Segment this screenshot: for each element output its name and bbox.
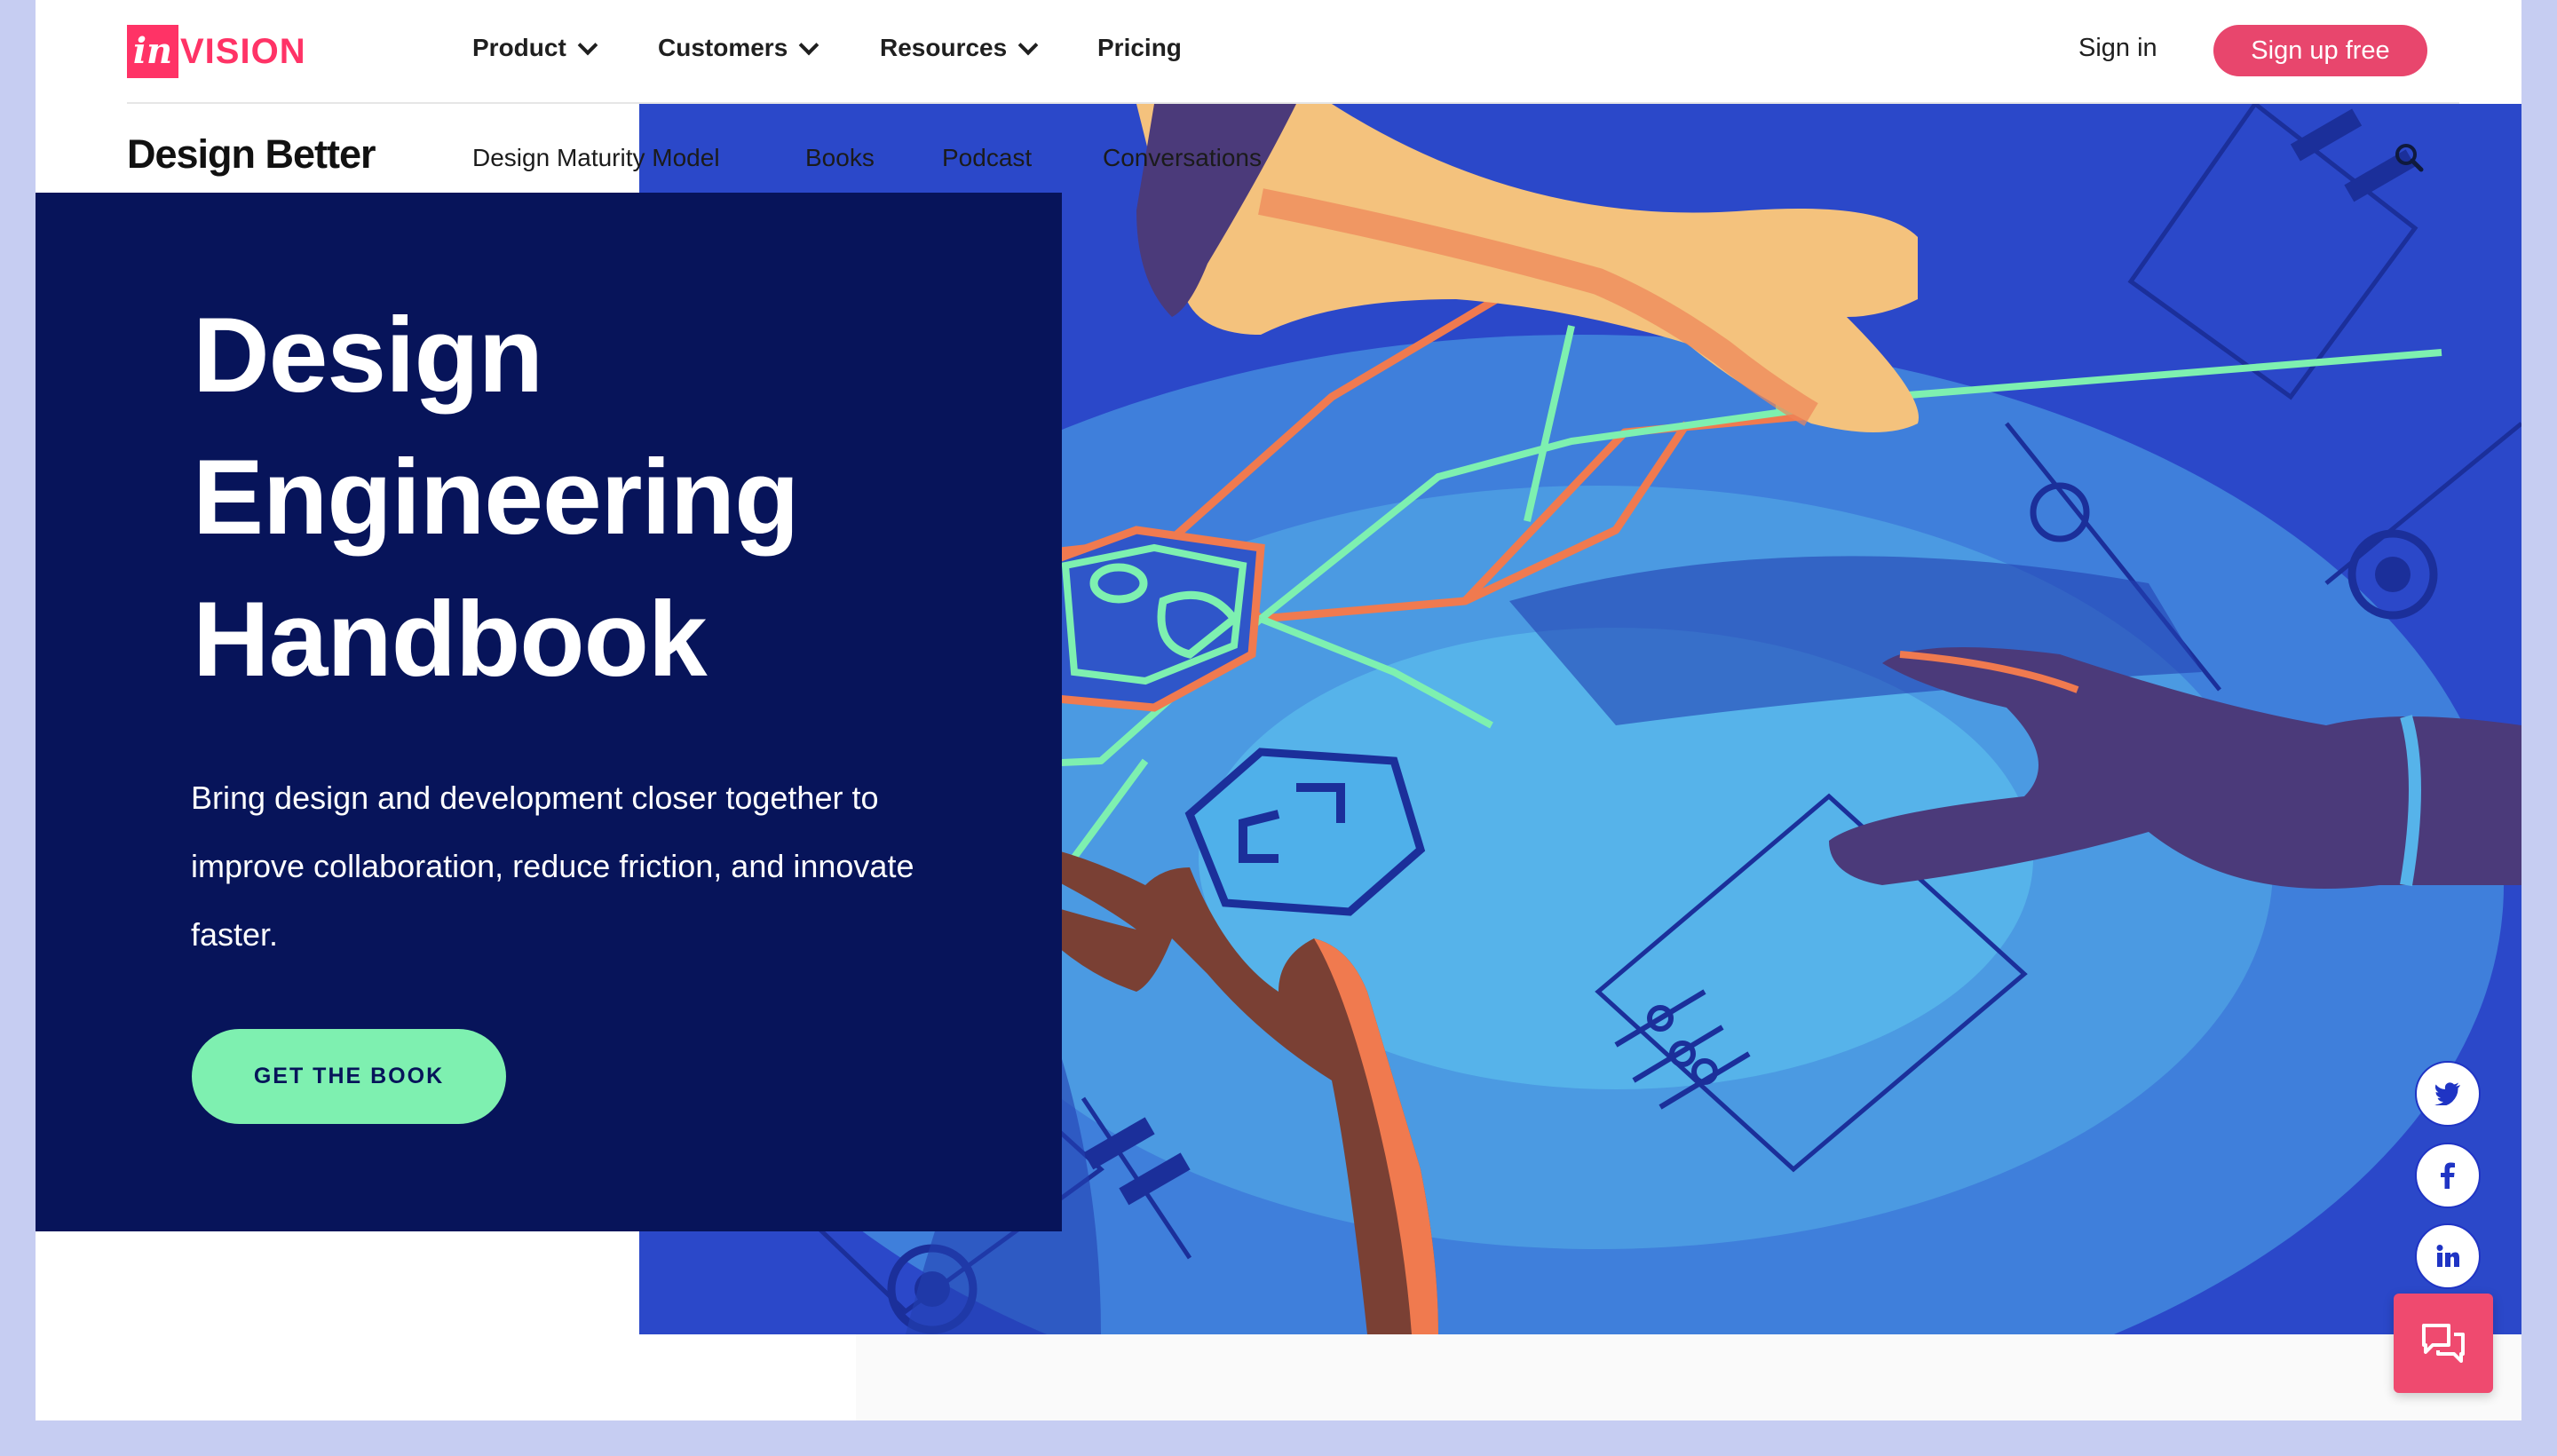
sign-in-link[interactable]: Sign in xyxy=(2078,34,2157,63)
chevron-down-icon xyxy=(577,35,598,56)
nav-resources[interactable]: Resources xyxy=(880,34,1039,62)
top-navigation: in VISION Product Customers Resources Pr… xyxy=(36,0,2521,104)
nav-product[interactable]: Product xyxy=(472,34,598,62)
chevron-down-icon xyxy=(798,35,819,56)
nav-product-label: Product xyxy=(472,34,566,61)
design-better-brand[interactable]: Design Better xyxy=(127,131,376,178)
nav-pricing[interactable]: Pricing xyxy=(1097,34,1182,62)
hero-title: Design Engineering Handbook xyxy=(193,284,992,710)
share-facebook-button[interactable] xyxy=(2415,1143,2481,1208)
hero-title-line: Handbook xyxy=(193,580,708,699)
subnav-books[interactable]: Books xyxy=(805,144,875,172)
page: in VISION Product Customers Resources Pr… xyxy=(36,0,2521,1420)
subnav-design-maturity-model[interactable]: Design Maturity Model xyxy=(472,144,720,172)
hero-description: Bring design and development closer toge… xyxy=(191,779,914,953)
logo-mark: in xyxy=(127,25,178,78)
share-twitter-button[interactable] xyxy=(2415,1061,2481,1127)
get-the-book-button[interactable]: GET THE BOOK xyxy=(192,1029,506,1124)
chat-icon xyxy=(2422,1324,2465,1363)
chat-button[interactable] xyxy=(2394,1294,2493,1393)
logo-text: VISION xyxy=(180,31,306,71)
invision-logo[interactable]: in VISION xyxy=(127,23,306,80)
linkedin-icon xyxy=(2436,1245,2459,1267)
hero-title-line: Engineering xyxy=(193,438,799,557)
nav-customers-label: Customers xyxy=(658,34,788,61)
nav-customers[interactable]: Customers xyxy=(658,34,819,62)
subnav-podcast[interactable]: Podcast xyxy=(942,144,1032,172)
nav-divider xyxy=(127,102,2459,104)
share-linkedin-button[interactable] xyxy=(2415,1223,2481,1289)
hero-title-line: Design xyxy=(193,296,543,415)
twitter-icon xyxy=(2434,1082,2460,1105)
facebook-icon xyxy=(2441,1162,2455,1189)
subnav-conversations[interactable]: Conversations xyxy=(1103,144,1262,172)
nav-resources-label: Resources xyxy=(880,34,1008,61)
bottom-strip xyxy=(856,1334,2521,1420)
chevron-down-icon xyxy=(1017,35,1039,56)
search-icon[interactable] xyxy=(2394,142,2426,174)
nav-pricing-label: Pricing xyxy=(1097,34,1182,61)
sign-up-button[interactable]: Sign up free xyxy=(2213,25,2427,76)
